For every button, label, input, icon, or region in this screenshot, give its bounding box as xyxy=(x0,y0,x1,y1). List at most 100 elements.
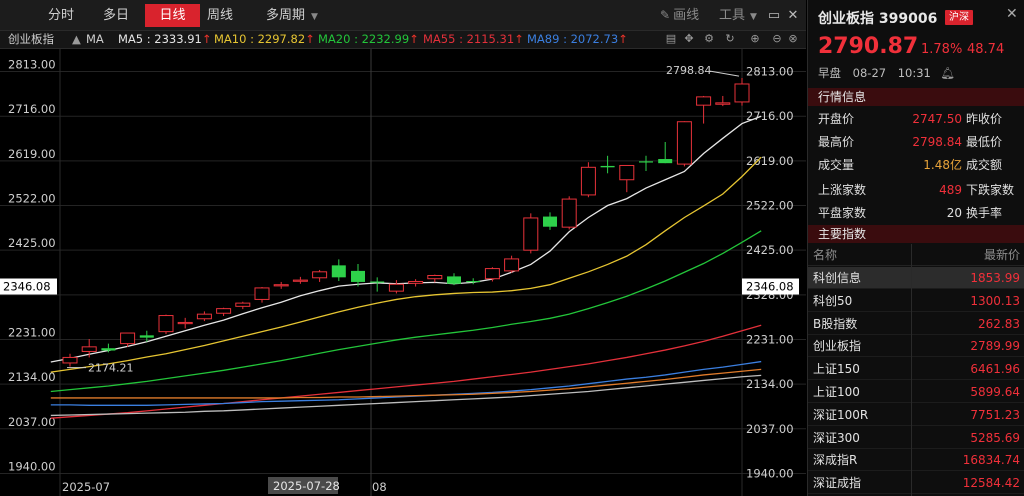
candle-body-down xyxy=(351,270,365,282)
candle-body-up xyxy=(408,280,424,284)
tab-daily[interactable]: 日线 xyxy=(145,4,200,27)
index-row[interactable]: 深证100R 7751.23 xyxy=(808,404,1024,426)
period-tab-bar: 分时 多日 日线 周线 多周期 ▼ ✎ 画线 工具 ▼ ▭ ✕ xyxy=(0,0,806,31)
kline-chart[interactable]: 2813.00 2813.00 2716.00 2716.00 2619.00 2619.… xyxy=(0,49,806,496)
chevron-down-icon: ▼ xyxy=(750,12,757,22)
candle-body-up xyxy=(734,83,750,103)
index-row[interactable]: 创业板指 2789.99 xyxy=(808,335,1024,358)
index-row[interactable]: 科创50 1300.13 xyxy=(808,290,1024,312)
index-col-price[interactable]: 最新价 xyxy=(984,244,1020,266)
candle-body-up xyxy=(120,332,136,345)
candle-body-down xyxy=(447,276,461,284)
y-tick-label-left: 2813.00 xyxy=(8,58,56,72)
change-percent: 1.78% xyxy=(921,42,963,57)
y-tick-label-left: 2716.00 xyxy=(8,102,56,116)
candle-body-down xyxy=(370,281,385,283)
zoom-in-icon[interactable]: ⊕ xyxy=(748,32,762,46)
index-price: 1300.13 xyxy=(970,293,1020,308)
index-row[interactable]: B股指数 262.83 xyxy=(808,313,1024,335)
index-row[interactable]: 科创信息 1853.99 xyxy=(808,267,1024,289)
ma20-value: MA20 : 2232.99↑ xyxy=(318,31,419,48)
candle-body-up xyxy=(62,356,78,364)
refresh-icon[interactable]: ↻ xyxy=(723,32,737,46)
index-price: 5285.69 xyxy=(970,430,1020,445)
candle-body-up xyxy=(580,166,596,196)
index-row[interactable]: 深证300 5285.69 xyxy=(808,427,1024,449)
y-tick-label-right: 2813.00 xyxy=(746,65,794,79)
up-arrow-icon: ↑ xyxy=(618,32,628,46)
index-row[interactable]: 深证成指 12584.42 xyxy=(808,472,1024,495)
index-price: 16834.74 xyxy=(962,453,1020,468)
tab-weekly[interactable]: 周线 xyxy=(200,4,240,27)
x-tick-label: 08 xyxy=(372,480,387,494)
quote-key-2: 成交额 xyxy=(966,158,1003,172)
ma20-label: MA20 : 2232.99 xyxy=(318,32,410,46)
minimize-icon[interactable]: ▭ xyxy=(765,4,783,27)
up-arrow-icon: ↑ xyxy=(305,32,315,46)
indicator-symbol: 创业板指 xyxy=(8,32,54,46)
index-name: B股指数 xyxy=(813,316,858,331)
close-icon[interactable]: ✕ xyxy=(784,4,802,27)
y-tick-label-left: 2231.00 xyxy=(8,325,56,339)
candle-body-up xyxy=(216,308,232,314)
candle-body-up xyxy=(81,346,97,352)
bell-icon[interactable]: 🔔︎ xyxy=(941,66,956,80)
tab-multiday[interactable]: 多日 xyxy=(90,4,142,27)
settings-list-icon[interactable]: ▤ xyxy=(664,32,678,46)
indicator-bar: 创业板指 ▲ MA MA5 : 2333.91↑ MA10 : 2297.82↑… xyxy=(0,31,806,49)
draw-line-button[interactable]: ✎ 画线 xyxy=(660,4,699,27)
indicator-type[interactable]: MA xyxy=(86,31,104,48)
index-price: 2789.99 xyxy=(970,339,1020,354)
candle-body-down xyxy=(600,165,615,168)
ma-line xyxy=(50,360,762,406)
index-row[interactable]: 上证100 5899.64 xyxy=(808,381,1024,403)
y-tick-label-right: 1940.00 xyxy=(746,466,794,480)
ma5-value: MA5 : 2333.91↑ xyxy=(118,31,212,48)
candle-body-up xyxy=(715,102,731,105)
index-section-header: 主要指数 xyxy=(808,225,1024,243)
tab-intraday[interactable]: 分时 xyxy=(36,4,86,27)
candle-body-up xyxy=(292,279,308,282)
collapse-icon[interactable]: ▲ xyxy=(72,31,81,48)
quote-key: 最高价 xyxy=(818,135,855,149)
zoom-out-icon[interactable]: ⊖ xyxy=(770,32,784,46)
session-status: 早盘 08-27 10:31 🔔︎ xyxy=(818,65,955,81)
panel-close-icon[interactable]: ✕ xyxy=(1006,6,1018,22)
index-price: 7751.23 xyxy=(970,407,1020,422)
quote-value: 20 xyxy=(946,206,962,220)
candle-body-up xyxy=(177,321,193,325)
ma-line xyxy=(50,230,762,393)
index-name: 深证成指 xyxy=(813,476,862,491)
index-price: 12584.42 xyxy=(962,476,1020,491)
candle-body-up xyxy=(235,302,251,307)
tools-button[interactable]: 工具 ▼ xyxy=(719,4,757,27)
index-name: 科创50 xyxy=(813,293,853,308)
quote-key: 开盘价 xyxy=(818,112,855,126)
index-col-name[interactable]: 名称 xyxy=(813,244,837,266)
chart-canvas[interactable]: 2813.00 2813.002716.00 2716.002619.00 2619.… xyxy=(0,49,806,496)
move-icon[interactable]: ✥ xyxy=(682,32,696,46)
quote-panel: 创业板指 399006 沪深 ✕ 2790.87 1.78% 48.74 早盘 … xyxy=(807,0,1024,496)
high-marker-label: 2798.84 xyxy=(666,64,712,77)
index-row[interactable]: 上证150 6461.96 xyxy=(808,358,1024,381)
quote-row: 上涨家数 489 下跌家数 xyxy=(808,179,1024,202)
candle-body-down xyxy=(639,161,653,163)
index-name: 创业板指 xyxy=(813,339,862,354)
ma55-value: MA55 : 2115.31↑ xyxy=(423,31,524,48)
index-name: 深证100R xyxy=(813,407,869,422)
y-tick-label-right: 2716.00 xyxy=(746,109,794,123)
gear-icon[interactable]: ⚙ xyxy=(702,32,716,46)
index-name: 深成指R xyxy=(813,453,858,468)
quote-key-2: 昨收价 xyxy=(966,112,1003,126)
close-indicator-icon[interactable]: ⊗ xyxy=(786,32,800,46)
index-row[interactable]: 深成指R 16834.74 xyxy=(808,449,1024,472)
index-name: 深证300 xyxy=(813,430,860,445)
candle-body-down xyxy=(101,348,116,351)
candle-body-up xyxy=(196,313,212,320)
quote-row: 最高价 2798.84 最低价 xyxy=(808,131,1024,154)
tab-multi-period[interactable]: 多周期 ▼ xyxy=(256,4,328,27)
quote-key-2: 最低价 xyxy=(966,135,1003,149)
candle-body-up xyxy=(312,271,328,279)
candle-body-down xyxy=(466,281,481,283)
candle-body-up xyxy=(561,198,577,228)
